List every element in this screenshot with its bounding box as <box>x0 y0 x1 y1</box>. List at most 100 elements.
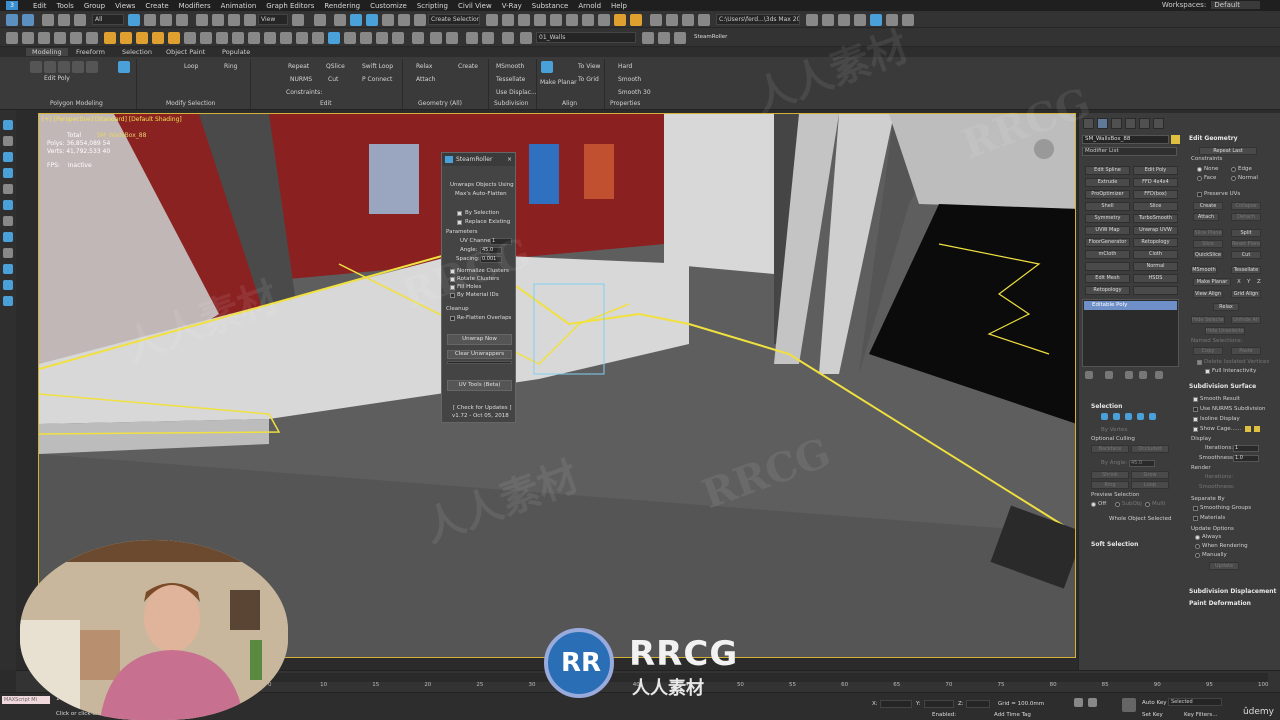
update-button[interactable]: Update <box>1209 562 1239 570</box>
tab-freeform[interactable]: Freeform <box>76 48 105 56</box>
menu-animation[interactable]: Animation <box>216 2 262 10</box>
pivot-center-icon[interactable] <box>292 14 304 26</box>
grow-button[interactable]: Grow <box>1131 471 1169 479</box>
delete-isolated-checkbox[interactable] <box>1197 360 1202 365</box>
show-cage-checkbox[interactable] <box>1193 427 1198 432</box>
selection-rollout-header[interactable]: Selection <box>1091 403 1122 410</box>
strip-icon-3[interactable] <box>3 152 13 162</box>
vertex-mode-icon[interactable] <box>30 61 42 73</box>
smoothness-spinner[interactable]: 1.0 <box>1233 455 1259 462</box>
tool-row2-icon-21[interactable] <box>412 32 424 44</box>
ring-button[interactable]: Ring <box>1091 481 1129 489</box>
by-vertex-label[interactable]: By Vertex <box>1101 427 1127 433</box>
link-icon[interactable] <box>42 14 54 26</box>
spacing-spinner[interactable]: 0.001 <box>480 256 502 263</box>
maxscript-listener[interactable]: MAXScript Mi <box>2 696 50 704</box>
strip-icon-1[interactable] <box>3 120 13 130</box>
attach-button[interactable]: Attach <box>416 76 435 83</box>
geometry-all-section[interactable]: Geometry (All) <box>418 100 462 107</box>
redo-icon[interactable] <box>22 14 34 26</box>
create-tab-icon[interactable] <box>1083 118 1094 129</box>
menu-edit[interactable]: Edit <box>28 2 52 10</box>
collapse-button[interactable]: Collapse <box>1231 202 1261 210</box>
vray-frame-buffer-icon[interactable] <box>650 14 662 26</box>
modify-tab-icon[interactable] <box>1097 118 1108 129</box>
hierarchy-tab-icon[interactable] <box>1111 118 1122 129</box>
tool-row2-icon-27[interactable] <box>658 32 670 44</box>
qslice-button[interactable]: QSlice <box>326 63 345 70</box>
modifier-button[interactable]: Shell <box>1085 202 1130 211</box>
strip-icon-11[interactable] <box>3 280 13 290</box>
menu-customize[interactable]: Customize <box>365 2 412 10</box>
menu-group[interactable]: Group <box>79 2 110 10</box>
tool-row2-icon-7[interactable] <box>184 32 196 44</box>
border-icon[interactable] <box>1125 413 1132 420</box>
tool-row2-icon-18[interactable] <box>360 32 372 44</box>
x-axis-button[interactable]: X <box>1237 279 1241 285</box>
ribbon-pin-icon[interactable] <box>118 61 130 73</box>
modifier-button[interactable]: UVW Map <box>1085 226 1130 235</box>
layer-dropdown[interactable]: 01_Walls <box>536 32 636 43</box>
tool-row2-icon-6[interactable] <box>86 32 98 44</box>
percent-snap-icon[interactable] <box>382 14 394 26</box>
use-displace-button[interactable]: Use Displac... <box>496 89 537 96</box>
object-name-field[interactable]: SM_WallsBox_88 <box>1082 135 1169 144</box>
modifier-button[interactable] <box>1133 286 1178 295</box>
key-filters-button[interactable]: Key Filters... <box>1184 712 1217 718</box>
vertex-icon[interactable] <box>1101 413 1108 420</box>
modifier-button[interactable]: Edit Mesh <box>1085 274 1130 283</box>
modifier-button[interactable]: Retopology <box>1133 238 1178 247</box>
open-folder-icon[interactable] <box>806 14 818 26</box>
steamroller-toolbar-label[interactable]: SteamRoller <box>694 34 727 40</box>
border-mode-icon[interactable] <box>58 61 70 73</box>
render-production-icon[interactable] <box>630 14 642 26</box>
display-tab-icon[interactable] <box>1139 118 1150 129</box>
selection-filter-dropdown[interactable]: All <box>92 14 124 25</box>
cut-button-geom[interactable]: Cut <box>1231 251 1261 259</box>
normalize-checkbox[interactable] <box>450 269 455 274</box>
repeat-last-button[interactable]: Repeat Last <box>1199 147 1257 155</box>
msmooth-button-geom[interactable]: MSmooth <box>1191 266 1217 274</box>
check-updates-link[interactable]: [ Check for Updates ] <box>453 405 512 411</box>
modifier-button[interactable]: Unwrap UVW <box>1133 226 1178 235</box>
menu-tools[interactable]: Tools <box>52 2 79 10</box>
tool-row2-icon-14[interactable] <box>296 32 308 44</box>
project-folder-icon[interactable] <box>698 14 710 26</box>
smooth-button[interactable]: Smooth <box>618 76 641 83</box>
menu-views[interactable]: Views <box>110 2 140 10</box>
toggle-layer-explorer-icon[interactable] <box>534 14 546 26</box>
loop-button[interactable]: Loop <box>1131 481 1169 489</box>
tessellate-button[interactable]: Tessellate <box>496 76 525 83</box>
split-button[interactable]: Split <box>1231 229 1261 237</box>
align-icon[interactable] <box>502 14 514 26</box>
move-icon[interactable] <box>196 14 208 26</box>
smooth30-button[interactable]: Smooth 30 <box>618 89 651 96</box>
toggle-scene-explorer-icon[interactable] <box>518 14 530 26</box>
menu-modifiers[interactable]: Modifiers <box>174 2 216 10</box>
element-mode-icon[interactable] <box>86 61 98 73</box>
tool-icon-b[interactable] <box>854 14 866 26</box>
auto-key-button[interactable]: Auto Key <box>1142 700 1167 706</box>
ring-button[interactable]: Ring <box>224 63 237 70</box>
workspaces[interactable]: Workspaces: Default <box>1162 1 1260 9</box>
strip-icon-9[interactable] <box>3 248 13 258</box>
menu-graph-editors[interactable]: Graph Editors <box>261 2 319 10</box>
tool-row2-icon-28[interactable] <box>674 32 686 44</box>
z-coord-field[interactable] <box>966 700 990 708</box>
slice-plane-button[interactable]: Slice Plane <box>1193 229 1223 237</box>
tool-row2-icon-12[interactable] <box>264 32 276 44</box>
polygon-modeling-section[interactable]: Polygon Modeling <box>50 100 103 107</box>
strip-icon-2[interactable] <box>3 136 13 146</box>
project-path-field[interactable]: C:\Users\ferd...\3ds Max 202 <box>716 14 800 25</box>
close-icon[interactable]: × <box>507 153 512 166</box>
schematic-view-icon[interactable] <box>566 14 578 26</box>
tool-row2-icon-24[interactable] <box>466 32 478 44</box>
edit-geometry-rollout-header[interactable]: Edit Geometry <box>1189 135 1238 142</box>
render-setup-icon[interactable] <box>598 14 610 26</box>
unhide-all-button[interactable]: Unhide All <box>1231 316 1261 324</box>
loop-button[interactable]: Loop <box>184 63 198 70</box>
cage-color-2[interactable] <box>1254 426 1260 432</box>
tool-row2-icon-22[interactable] <box>430 32 442 44</box>
add-time-tag[interactable]: Add Time Tag <box>994 712 1031 718</box>
smoothing-groups-checkbox[interactable] <box>1193 506 1198 511</box>
